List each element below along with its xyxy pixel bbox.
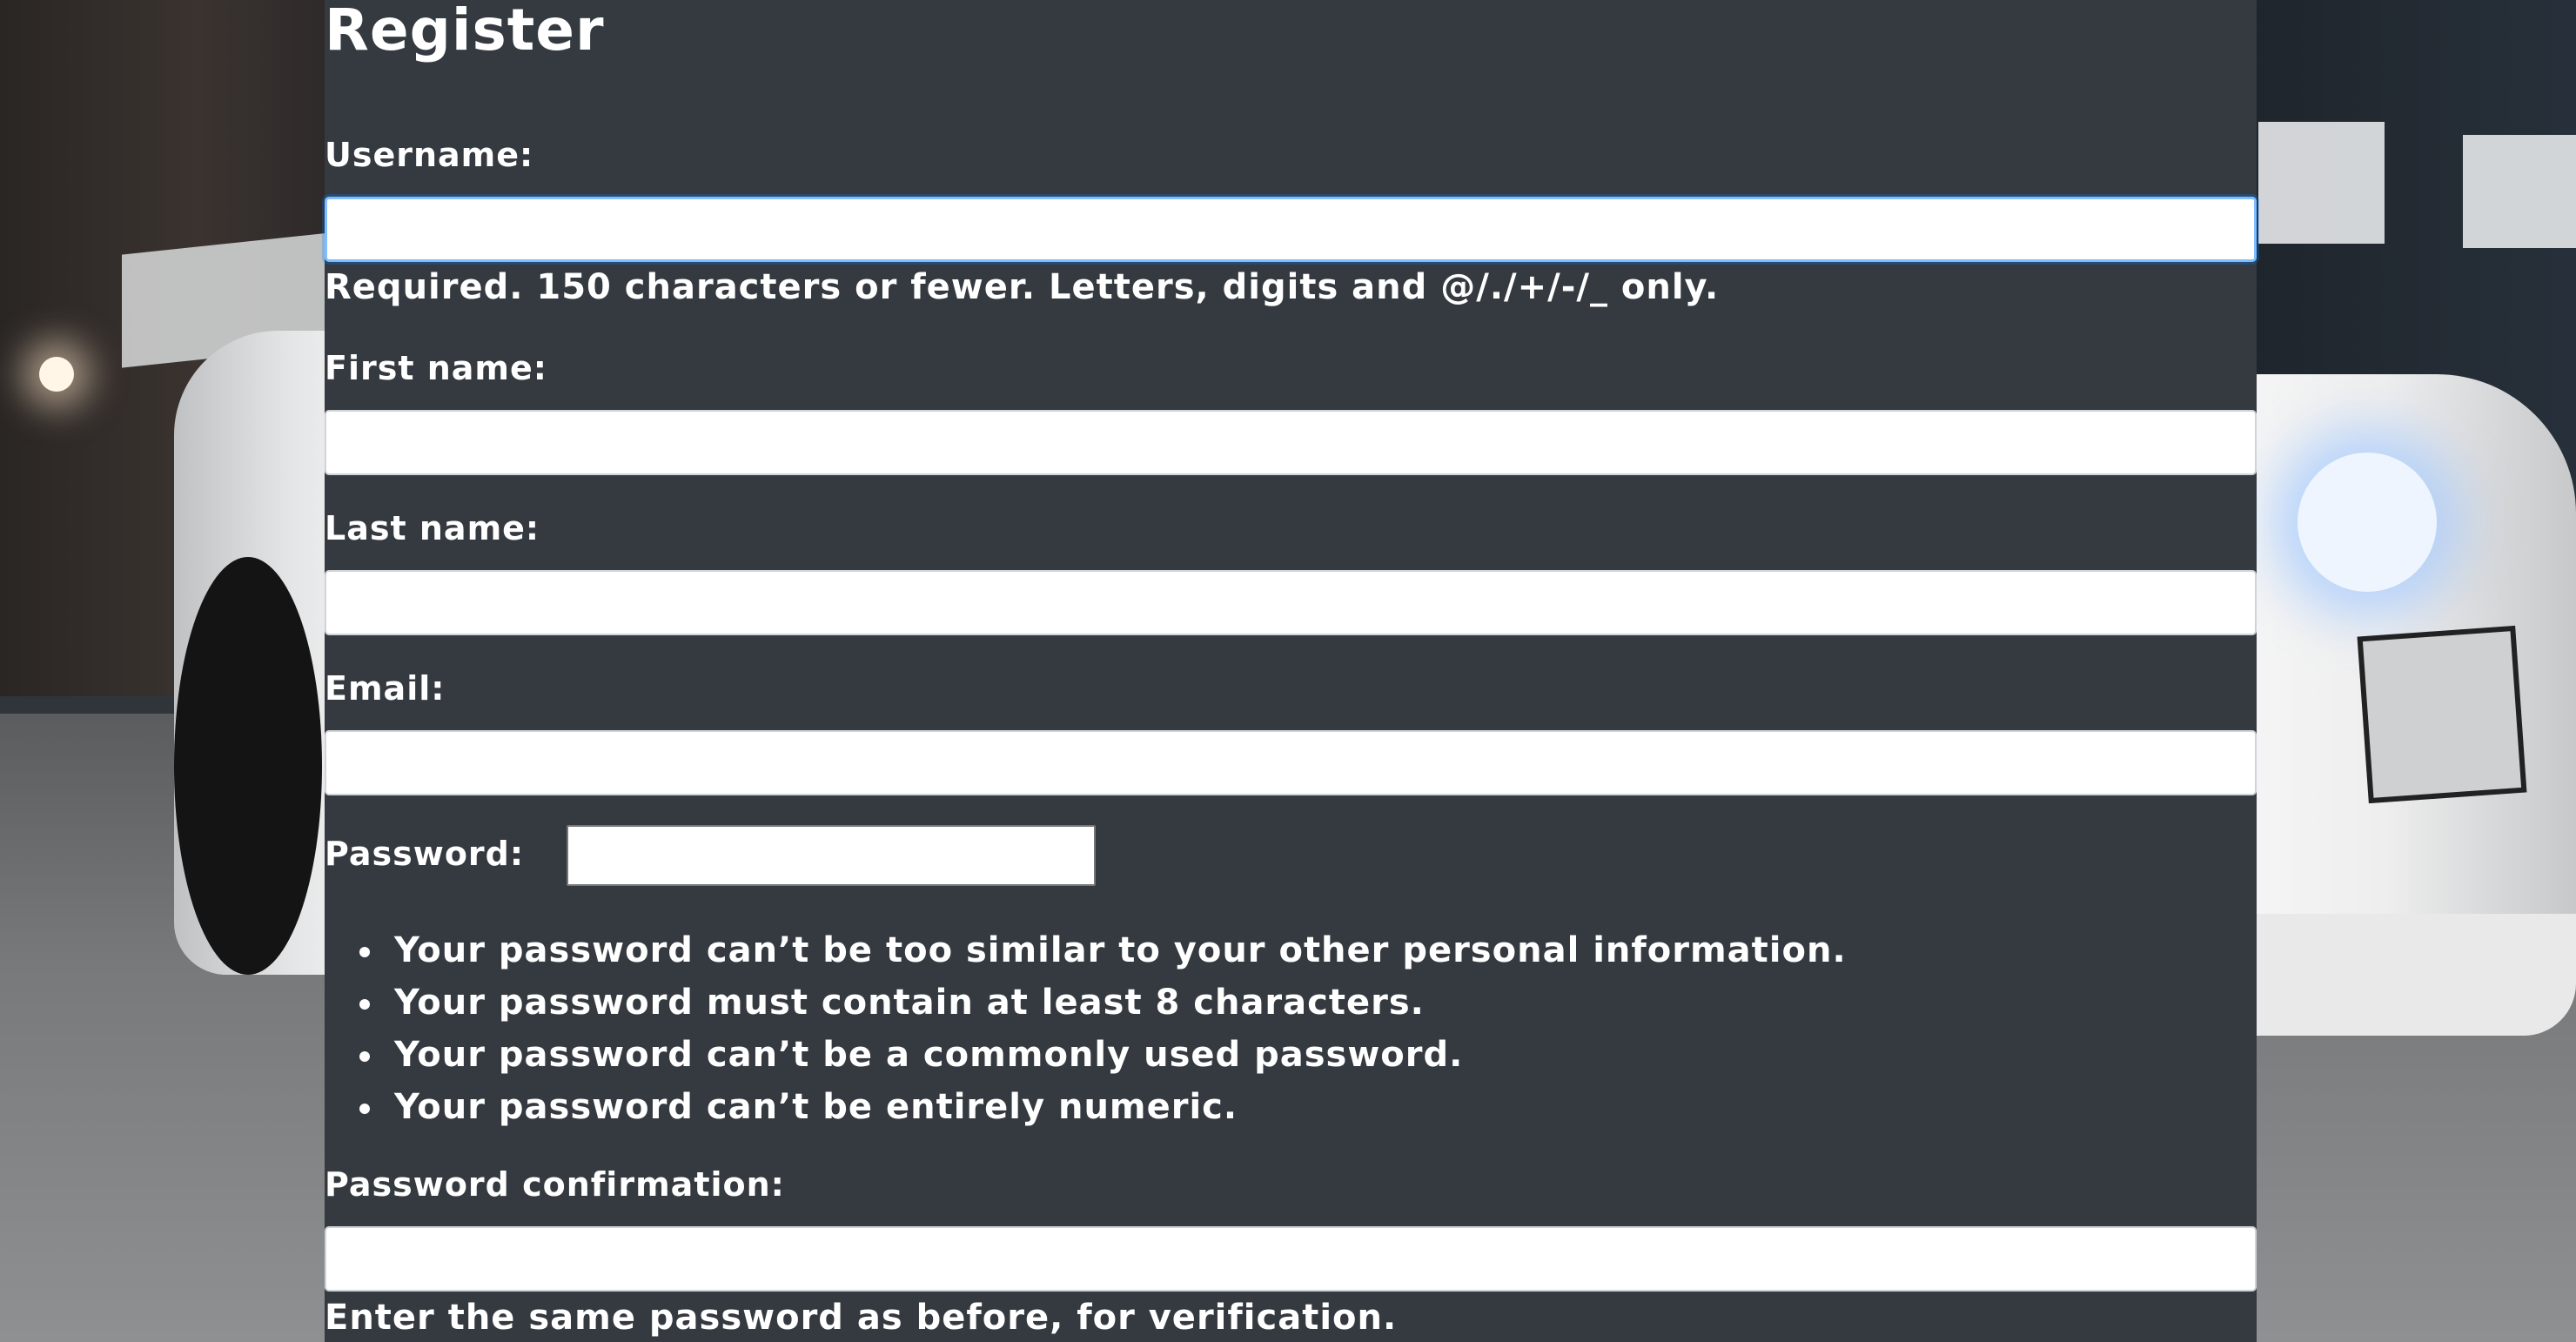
street-lamp bbox=[39, 357, 74, 392]
password-rule: Your password can’t be too similar to yo… bbox=[359, 924, 1847, 976]
lit-window bbox=[2258, 122, 2385, 244]
password-label: Password: bbox=[325, 835, 525, 873]
password-confirmation-label: Password confirmation: bbox=[325, 1165, 785, 1204]
password-rule: Your password must contain at least 8 ch… bbox=[359, 976, 1847, 1029]
username-input[interactable] bbox=[325, 197, 2257, 262]
password-confirmation-help-text: Enter the same password as before, for v… bbox=[325, 1298, 1398, 1338]
first-name-label: First name: bbox=[325, 349, 547, 387]
email-input[interactable] bbox=[325, 730, 2257, 795]
password-rules-list: Your password can’t be too similar to yo… bbox=[359, 924, 1847, 1133]
last-name-input[interactable] bbox=[325, 570, 2257, 635]
last-name-label: Last name: bbox=[325, 509, 540, 547]
first-name-input[interactable] bbox=[325, 410, 2257, 475]
car-bumper bbox=[2245, 914, 2576, 1036]
password-confirmation-input[interactable] bbox=[325, 1226, 2257, 1292]
username-help-text: Required. 150 characters or fewer. Lette… bbox=[325, 267, 1720, 307]
lit-window bbox=[2463, 135, 2576, 248]
page-title: Register bbox=[325, 0, 605, 64]
email-label: Email: bbox=[325, 669, 446, 708]
license-plate bbox=[2357, 625, 2527, 804]
password-rule: Your password can’t be entirely numeric. bbox=[359, 1081, 1847, 1133]
password-rule: Your password can’t be a commonly used p… bbox=[359, 1029, 1847, 1081]
username-label: Username: bbox=[325, 136, 534, 174]
car-wheel bbox=[174, 557, 322, 975]
register-panel: Register Username: Required. 150 charact… bbox=[325, 0, 2257, 1342]
car-headlight bbox=[2298, 453, 2437, 592]
password-input[interactable] bbox=[567, 825, 1096, 886]
